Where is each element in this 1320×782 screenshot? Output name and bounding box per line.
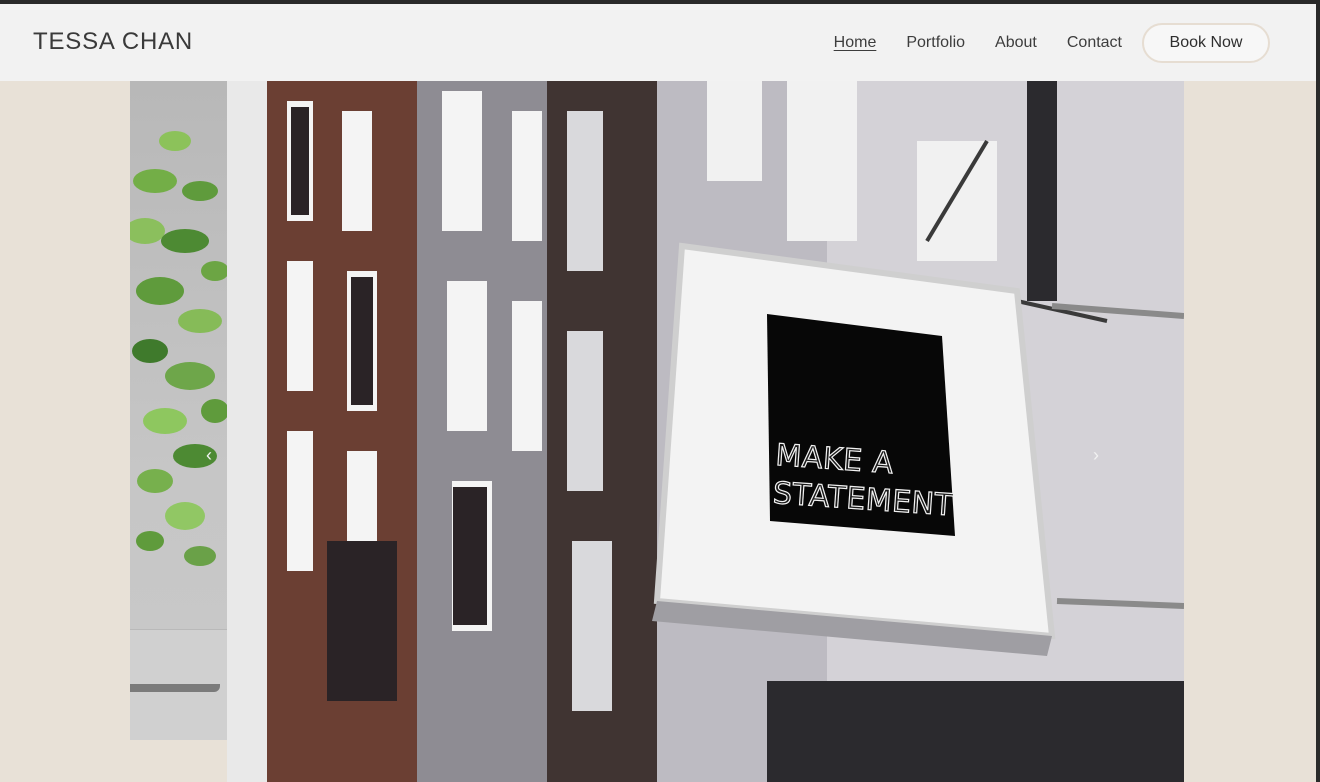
sign-text: MAKE A STATEMENT: [771, 437, 977, 527]
nav-home[interactable]: Home: [834, 23, 877, 63]
hero-slide-previous[interactable]: ‹: [130, 81, 227, 740]
nav-contact[interactable]: Contact: [1067, 23, 1122, 63]
main-nav: Home Portfolio About Contact Book Now: [804, 23, 1270, 63]
site-logo[interactable]: TESSA CHAN: [33, 28, 193, 56]
hero-slide-current: MAKE A STATEMENT ›: [227, 81, 1184, 782]
plant-image: [130, 131, 227, 566]
chevron-right-icon[interactable]: ›: [1093, 445, 1099, 466]
nav-about[interactable]: About: [995, 23, 1037, 63]
book-now-button[interactable]: Book Now: [1142, 23, 1270, 63]
building-photo: [227, 81, 1184, 782]
window-right-border: [1316, 0, 1320, 782]
site-header: TESSA CHAN Home Portfolio About Contact …: [0, 4, 1316, 81]
nav-portfolio[interactable]: Portfolio: [906, 23, 965, 63]
laptop-edge: [130, 684, 220, 692]
chevron-left-icon[interactable]: ‹: [206, 445, 212, 466]
